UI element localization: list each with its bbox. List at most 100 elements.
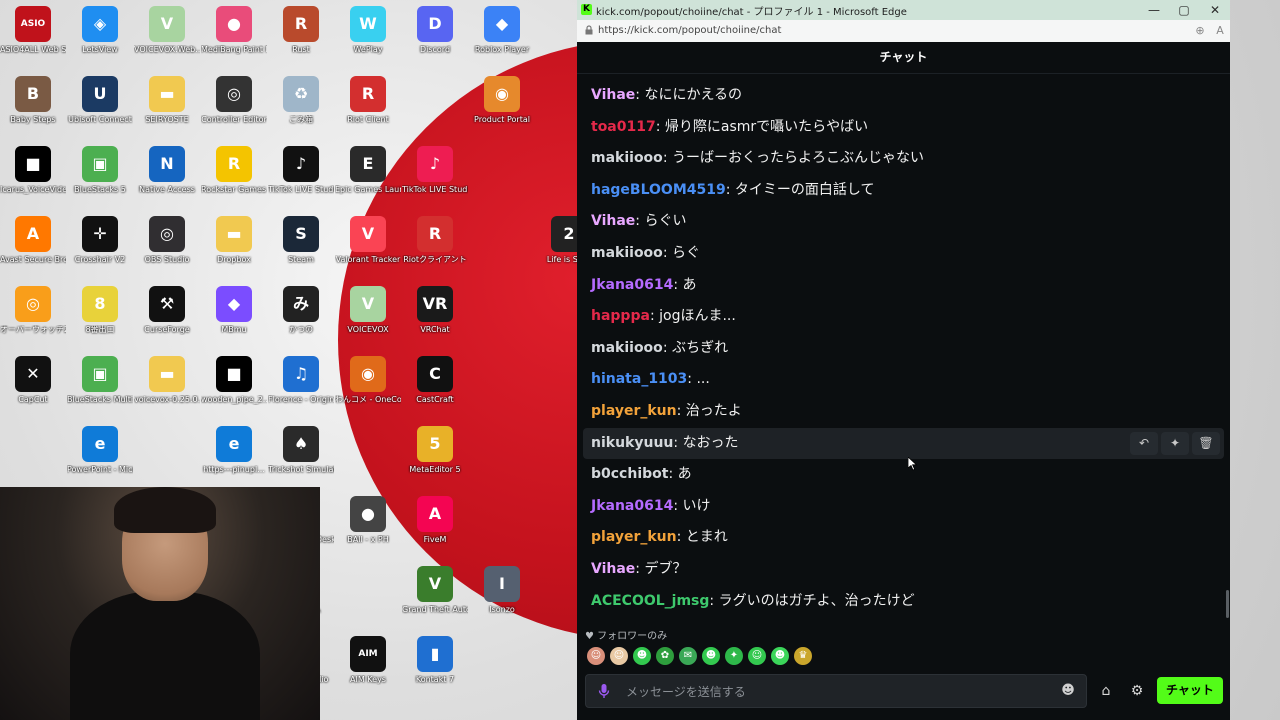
chat-username[interactable]: toa0117 bbox=[583, 119, 656, 135]
chat-message[interactable]: makiiooo: ぶちぎれ bbox=[583, 333, 1224, 364]
emote-icon[interactable]: ☺ bbox=[748, 647, 766, 665]
desktop-shortcut[interactable]: ▣ BlueStacks 5 bbox=[67, 146, 133, 195]
desktop-shortcut[interactable]: ♪ TikTok LIVE Studio bbox=[268, 146, 334, 195]
chat-message[interactable]: Vihae: デブ？ bbox=[583, 554, 1224, 585]
desktop-shortcut[interactable]: ▬ Dropbox bbox=[201, 216, 267, 265]
chat-message[interactable]: makiiooo: らぐ bbox=[583, 238, 1224, 269]
desktop-shortcut[interactable]: D Discord bbox=[402, 6, 468, 55]
desktop-shortcut[interactable]: ⚒ CurseForge bbox=[134, 286, 200, 335]
chat-username[interactable]: Vihae bbox=[583, 561, 635, 577]
desktop-shortcut[interactable]: ◉ Product Portal bbox=[469, 76, 535, 125]
desktop-shortcut[interactable]: V VOICEVOX.Web... bbox=[134, 6, 200, 55]
minimize-icon[interactable]: — bbox=[1146, 2, 1162, 18]
emote-icon[interactable]: ☻ bbox=[702, 647, 720, 665]
chat-username[interactable]: hageBLOOM4519 bbox=[583, 182, 726, 198]
desktop-shortcut[interactable]: R Riotクライアント bbox=[402, 216, 468, 265]
desktop-shortcut[interactable]: R Rust bbox=[268, 6, 334, 55]
chat-message[interactable]: toa0117: 帰り際にasmrで囁いたらやばい bbox=[583, 112, 1224, 143]
close-icon[interactable]: ✕ bbox=[1207, 2, 1223, 18]
desktop-shortcut[interactable]: ■ Icarus_VoiceVideo bbox=[0, 146, 66, 195]
desktop-shortcut[interactable]: A Avast Secure Browser bbox=[0, 216, 66, 265]
chat-message[interactable]: Vihae: なににかえるの bbox=[583, 80, 1224, 111]
desktop-shortcut[interactable]: ● BAll - x PH bbox=[335, 496, 401, 545]
emote-icon[interactable]: ✿ bbox=[656, 647, 674, 665]
desktop-shortcut[interactable]: R Riot Client bbox=[335, 76, 401, 125]
address-bar[interactable]: https://kick.com/popout/choiine/chat ⊕ A bbox=[577, 20, 1230, 43]
delete-icon[interactable]: 🗑 bbox=[1192, 431, 1220, 455]
pin-icon[interactable]: ✦ bbox=[1161, 431, 1189, 455]
desktop-shortcut[interactable]: A FiveM bbox=[402, 496, 468, 545]
desktop-shortcut[interactable]: ◎ オーバーウォッチ2 bbox=[0, 286, 66, 335]
emote-icon[interactable]: ✉ bbox=[679, 647, 697, 665]
chat-username[interactable]: Vihae bbox=[583, 87, 635, 103]
chat-username[interactable]: happpa bbox=[583, 308, 650, 324]
chat-username[interactable]: makiiooo bbox=[583, 340, 663, 356]
chat-username[interactable]: makiiooo bbox=[583, 150, 663, 166]
desktop-shortcut[interactable]: E Epic Games Launcher bbox=[335, 146, 401, 195]
desktop-shortcut[interactable]: R Rockstar Games Launcher bbox=[201, 146, 267, 195]
desktop-shortcut[interactable]: I Isonzo bbox=[469, 566, 535, 615]
chat-message-list[interactable]: Vihae: なににかえるの toa0117: 帰り際にasmrで囁いたらやばい m… bbox=[583, 80, 1224, 624]
desktop-shortcut[interactable]: V VOICEVOX bbox=[335, 286, 401, 335]
desktop-shortcut[interactable]: AIM AIM Keys bbox=[335, 636, 401, 685]
chat-scrollbar[interactable] bbox=[1226, 590, 1229, 618]
chat-message[interactable]: ACECOOL_jmsg: ラグいのはガチよ、治ったけど bbox=[583, 586, 1224, 617]
desktop-shortcut[interactable]: ◈ LetsView bbox=[67, 6, 133, 55]
emote-icon[interactable]: ♛ bbox=[794, 647, 812, 665]
desktop-shortcut[interactable]: N Native Access bbox=[134, 146, 200, 195]
microphone-icon[interactable] bbox=[596, 683, 612, 699]
desktop-shortcut[interactable]: S Steam bbox=[268, 216, 334, 265]
chat-username[interactable]: hinata_1103 bbox=[583, 371, 687, 387]
emoji-picker-icon[interactable]: ☻ bbox=[1060, 683, 1076, 699]
chat-message[interactable]: Jkana0614: あ bbox=[583, 270, 1224, 301]
chat-message[interactable]: Vihae: らぐい bbox=[583, 206, 1224, 237]
chat-username[interactable]: makiiooo bbox=[583, 245, 663, 261]
desktop-shortcut[interactable]: C CastCraft bbox=[402, 356, 468, 405]
emote-icon[interactable]: ✦ bbox=[725, 647, 743, 665]
desktop-shortcut[interactable]: ◆ Roblox Player bbox=[469, 6, 535, 55]
chat-input-box[interactable]: メッセージを送信する ☻ bbox=[585, 674, 1087, 708]
desktop-shortcut[interactable]: ◉ わんコメ - OneComme bbox=[335, 356, 401, 405]
desktop-shortcut[interactable]: ▮ Kontakt 7 bbox=[402, 636, 468, 685]
chat-username[interactable]: player_kun bbox=[583, 403, 677, 419]
desktop-shortcut[interactable]: 8 8番出口 bbox=[67, 286, 133, 335]
desktop-shortcut[interactable]: ▬ voicevox-0.25.0... bbox=[134, 356, 200, 405]
desktop-shortcut[interactable]: U Ubisoft Connect bbox=[67, 76, 133, 125]
chat-username[interactable]: b0cchibot bbox=[583, 466, 668, 482]
desktop-shortcut[interactable]: みかつの bbox=[268, 286, 334, 335]
desktop-shortcut[interactable]: ✛ Crosshair V2 bbox=[67, 216, 133, 265]
desktop-shortcut[interactable]: ASIO ASIO4ALL Web Site bbox=[0, 6, 66, 55]
chat-message[interactable]: b0cchibot: あ bbox=[583, 459, 1224, 490]
chat-username[interactable]: Jkana0614 bbox=[583, 277, 673, 293]
desktop-shortcut[interactable]: V Grand Theft Auto V bbox=[402, 566, 468, 615]
desktop-shortcut[interactable]: V Valorant Tracker bbox=[335, 216, 401, 265]
chat-message[interactable]: makiiooo: うーばーおくったらよろこぶんじゃない bbox=[583, 143, 1224, 174]
desktop-shortcut[interactable]: ◎ OBS Studio bbox=[134, 216, 200, 265]
chat-message[interactable]: hinata_1103: ... bbox=[583, 364, 1224, 395]
chat-input-placeholder[interactable]: メッセージを送信する bbox=[626, 683, 746, 700]
desktop-shortcut[interactable]: ▣ BlueStacks Multi-Instance... bbox=[67, 356, 133, 405]
chat-message[interactable]: nikukyuuu: なおった ↶ ✦ 🗑 bbox=[583, 427, 1224, 459]
chat-message[interactable]: happpa: jogほんま... bbox=[583, 301, 1224, 332]
emote-icon[interactable]: ☻ bbox=[633, 647, 651, 665]
reply-icon[interactable]: ↶ bbox=[1130, 431, 1158, 455]
chat-username[interactable]: ACECOOL_jmsg bbox=[583, 593, 709, 609]
desktop-shortcut[interactable]: ♪ TikTok LIVE Studio bbox=[402, 146, 468, 195]
emote-icon[interactable]: ☺ bbox=[610, 647, 628, 665]
emote-icon[interactable]: ☻ bbox=[771, 647, 789, 665]
zoom-icon[interactable]: ⊕ bbox=[1192, 23, 1208, 39]
desktop-shortcut[interactable]: e https---pinupl... bbox=[201, 426, 267, 475]
desktop-shortcut[interactable]: ◆ MBmu bbox=[201, 286, 267, 335]
read-aloud-icon[interactable]: A bbox=[1212, 23, 1228, 39]
emote-icon[interactable]: ☺ bbox=[587, 647, 605, 665]
store-icon[interactable]: ⌂ bbox=[1097, 682, 1115, 700]
title-bar[interactable]: K kick.com/popout/choiine/chat - プロファイル … bbox=[577, 0, 1230, 20]
chat-message[interactable]: Jkana0614: いけ bbox=[583, 491, 1224, 522]
desktop-shortcut[interactable]: W WePlay bbox=[335, 6, 401, 55]
chat-username[interactable]: nikukyuuu bbox=[583, 435, 673, 451]
maximize-icon[interactable]: ▢ bbox=[1176, 2, 1192, 18]
desktop-shortcut[interactable]: ♻ ごみ箱 bbox=[268, 76, 334, 125]
desktop-shortcut[interactable]: VR VRChat bbox=[402, 286, 468, 335]
send-chat-button[interactable]: チャット bbox=[1157, 677, 1223, 704]
gear-icon[interactable]: ⚙ bbox=[1128, 682, 1146, 700]
